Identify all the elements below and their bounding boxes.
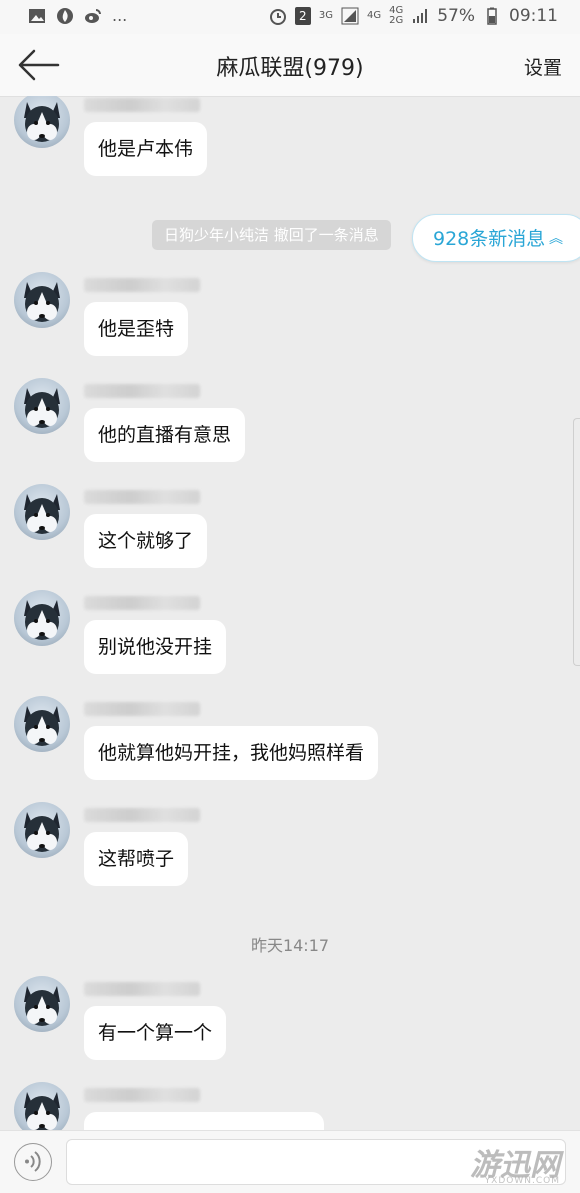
message-bubble[interactable]	[84, 1112, 324, 1130]
sender-name-blurred	[84, 490, 200, 504]
message-bubble[interactable]: 他就算他妈开挂，我他妈照样看	[84, 726, 379, 780]
message-bubble[interactable]: 他的直播有意思	[84, 408, 246, 462]
sender-name-blurred	[84, 384, 200, 398]
sender-name-blurred	[84, 278, 200, 292]
weibo-icon	[85, 8, 101, 23]
avatar[interactable]	[14, 378, 70, 434]
voice-icon	[25, 1151, 41, 1172]
sender-name-blurred	[84, 596, 200, 610]
husky-avatar-icon	[24, 812, 60, 852]
network-4g: 4G	[366, 10, 382, 21]
recall-notice: 日狗少年小纯洁 撤回了一条消息	[152, 220, 391, 250]
message-bubble[interactable]: 他是歪特	[84, 302, 189, 356]
husky-avatar-icon	[24, 1092, 60, 1130]
husky-avatar-icon	[24, 494, 60, 534]
scroll-handle[interactable]	[573, 418, 580, 666]
notification-badge: 2	[294, 7, 311, 25]
message-bubble[interactable]: 他是卢本伟	[84, 122, 208, 176]
flame-app-icon	[57, 7, 73, 24]
signal-icon-2	[413, 9, 428, 23]
avatar[interactable]	[14, 484, 70, 540]
status-bar: ... 2 3G 4G 4G 2G 57% 09:11	[0, 0, 580, 34]
voice-button[interactable]	[14, 1143, 52, 1181]
avatar[interactable]	[14, 802, 70, 858]
settings-button[interactable]: 设置	[524, 53, 562, 80]
message-list[interactable]: 他是卢本伟 日狗少年小纯洁 撤回了一条消息 他是歪特 他的直播有意思 这个就够了…	[0, 96, 580, 1130]
message-bubble[interactable]: 别说他没开挂	[84, 620, 227, 674]
sender-name-blurred	[84, 98, 200, 112]
husky-avatar-icon	[24, 388, 60, 428]
new-messages-label: 928条新消息	[433, 228, 546, 250]
alarm-icon	[269, 9, 286, 25]
husky-avatar-icon	[24, 600, 60, 640]
message-bubble[interactable]: 有一个算一个	[84, 1006, 227, 1060]
avatar[interactable]	[14, 96, 70, 148]
husky-avatar-icon	[24, 282, 60, 322]
watermark-url: YXDOWN.COM	[484, 1176, 560, 1186]
battery-icon	[487, 7, 497, 25]
gallery-icon	[29, 8, 45, 23]
avatar[interactable]	[14, 590, 70, 646]
chevron-up-icon: ︽	[549, 231, 563, 247]
sender-name-blurred	[84, 982, 200, 996]
signal-icon	[341, 7, 359, 25]
avatar[interactable]	[14, 696, 70, 752]
avatar[interactable]	[14, 1082, 70, 1130]
network-2g: 2G	[389, 15, 404, 26]
group-title: 麻瓜联盟(979)	[216, 56, 364, 81]
husky-avatar-icon	[24, 986, 60, 1026]
clock: 09:11	[509, 6, 558, 26]
sender-name-blurred	[84, 702, 200, 716]
avatar[interactable]	[14, 976, 70, 1032]
status-more-dots: ...	[112, 6, 128, 25]
new-messages-button[interactable]: 928条新消息 ︽	[412, 214, 580, 262]
chat-header: 麻瓜联盟(979) 设置	[0, 34, 580, 97]
sender-name-blurred	[84, 808, 200, 822]
husky-avatar-icon	[24, 706, 60, 746]
message-bubble[interactable]: 这帮喷子	[84, 832, 189, 886]
timestamp-divider: 昨天14:17	[250, 936, 330, 955]
sender-name-blurred	[84, 1088, 200, 1102]
battery-percent: 57%	[437, 6, 475, 26]
message-bubble[interactable]: 这个就够了	[84, 514, 208, 568]
avatar[interactable]	[14, 272, 70, 328]
husky-avatar-icon	[24, 102, 60, 142]
network-3g: 3G	[318, 10, 333, 21]
